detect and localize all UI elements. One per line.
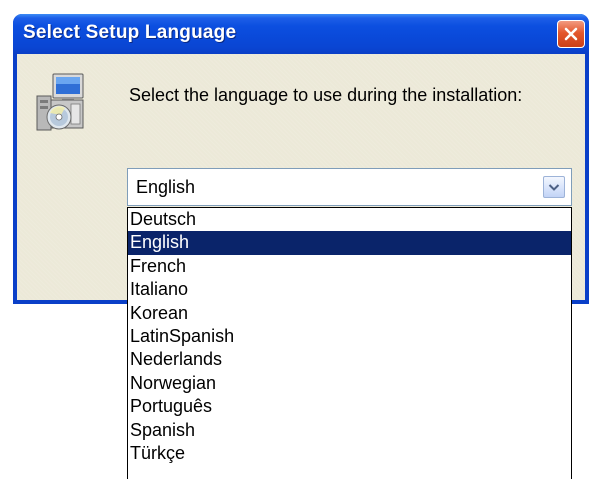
- setup-installer-icon: [36, 73, 84, 131]
- language-option-english[interactable]: English: [128, 231, 571, 255]
- language-option-korean[interactable]: Korean: [128, 302, 571, 325]
- language-select-value: English: [136, 177, 196, 197]
- language-option-norwegian[interactable]: Norwegian: [128, 372, 571, 395]
- language-option-nederlands[interactable]: Nederlands: [128, 348, 571, 371]
- screen: Select Setup Language Select the languag…: [0, 0, 591, 479]
- language-option-french[interactable]: French: [128, 255, 571, 278]
- language-option-t-rk-e[interactable]: Türkçe: [128, 442, 571, 465]
- language-dropdown-list[interactable]: Deutsch English French Italiano Korean LatinS…: [127, 207, 572, 479]
- language-option-italiano[interactable]: Italiano: [128, 278, 571, 301]
- language-option-portugu-s[interactable]: Português: [128, 395, 571, 418]
- close-button[interactable]: [557, 20, 585, 48]
- language-option-spanish[interactable]: Spanish: [128, 419, 571, 442]
- language-select[interactable]: English: [127, 168, 572, 206]
- language-option-latinspanish[interactable]: LatinSpanish: [128, 325, 571, 348]
- dropdown-button[interactable]: [543, 176, 565, 198]
- close-icon: [564, 27, 578, 41]
- window-title: Select Setup Language: [23, 22, 237, 43]
- instruction-label: Select the language to use during the in…: [129, 85, 523, 105]
- title-bar[interactable]: Select Setup Language: [13, 14, 589, 54]
- chevron-down-icon: [548, 183, 560, 191]
- language-option-deutsch[interactable]: Deutsch: [128, 208, 571, 231]
